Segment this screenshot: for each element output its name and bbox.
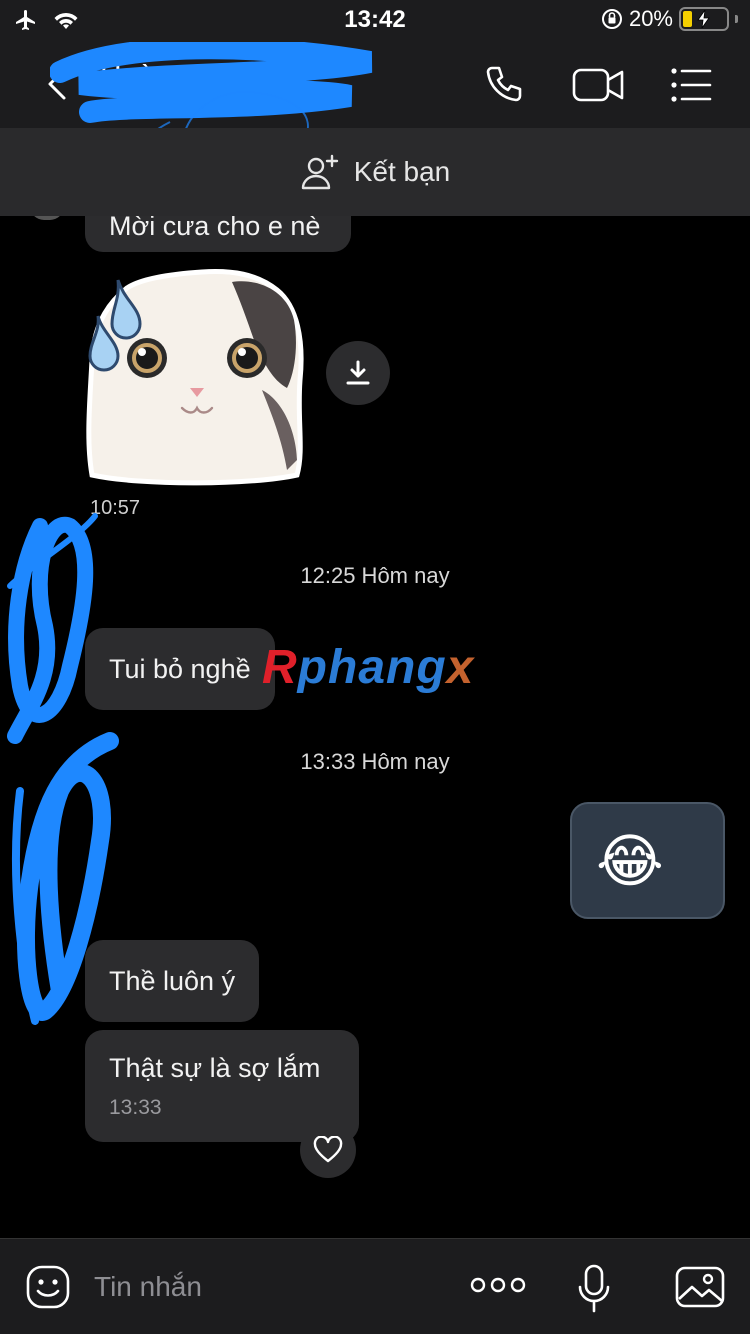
avatar-redaction-scribble <box>7 513 98 744</box>
message-bubble-incoming[interactable]: Tui bỏ nghề <box>85 628 275 710</box>
microphone-icon[interactable] <box>576 1263 612 1315</box>
date-separator: 12:25 Hôm nay <box>300 563 450 588</box>
video-call-icon[interactable] <box>570 62 626 108</box>
message-text: Mời cưa cho e nè <box>109 216 321 241</box>
download-button[interactable] <box>326 341 390 405</box>
add-friend-label: Kết bạn <box>353 156 451 187</box>
battery-nub <box>735 15 738 23</box>
cat-sticker-image[interactable] <box>82 260 310 490</box>
message-time: 13:33 <box>109 1095 162 1119</box>
more-dots-icon[interactable] <box>470 1275 526 1295</box>
download-icon <box>346 360 370 385</box>
image-icon[interactable] <box>674 1265 726 1309</box>
message-text: Thề luôn ý <box>109 965 236 996</box>
composer-bar: Tin nhắn <box>0 1238 750 1334</box>
battery-percent: 20% <box>628 6 673 31</box>
message-input[interactable]: Tin nhắn <box>94 1271 202 1303</box>
message-bubble-outgoing[interactable]: 😂 <box>570 802 725 919</box>
chat-header: Hoàng Anh <box>0 40 750 195</box>
message-bubble-incoming[interactable]: Thề luôn ý <box>85 940 260 1022</box>
watermark-logo: Rphangx <box>262 641 475 694</box>
message-text: Tui bỏ nghề <box>109 653 251 684</box>
sticker-smile-icon[interactable] <box>24 1263 72 1311</box>
list-menu-icon[interactable] <box>666 62 716 108</box>
laughing-emoji: 😂 <box>596 828 664 894</box>
battery-icon <box>679 7 729 31</box>
status-bar: 13:42 20% <box>0 0 750 40</box>
date-separator: 13:33 Hôm nay <box>300 749 450 774</box>
avatar[interactable] <box>30 216 64 220</box>
status-right: 20% <box>601 6 738 32</box>
orientation-lock-icon <box>601 9 622 29</box>
chat-messages[interactable]: Mời cưa cho e nè 10:57 12:25 Hôm nay Tui… <box>0 216 750 1238</box>
message-text: Thật sự là sợ lắm <box>109 1052 321 1083</box>
react-heart-button[interactable] <box>300 1122 356 1178</box>
add-friend-icon <box>301 154 338 190</box>
message-bubble-incoming[interactable]: Mời cưa cho e nè <box>85 216 351 252</box>
add-friend-bar[interactable]: Kết bạn <box>0 128 750 216</box>
phone-icon[interactable] <box>480 62 530 108</box>
heart-icon <box>313 1136 343 1163</box>
